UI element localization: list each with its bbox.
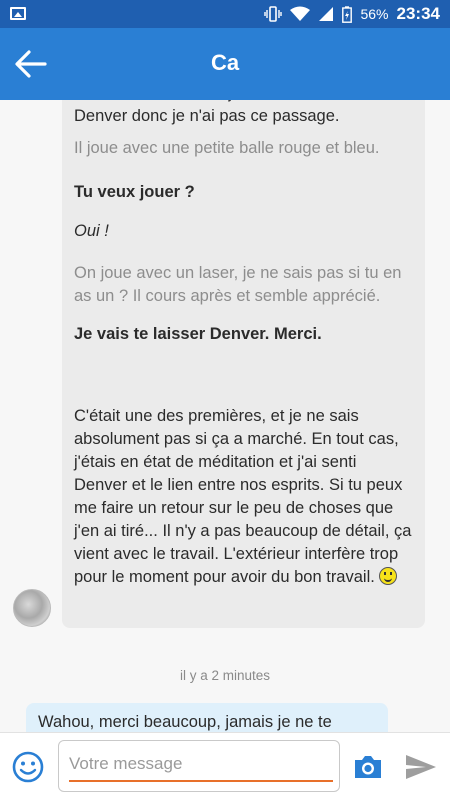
message-paragraph-final: C'était une des premières, et je ne sais… [74, 405, 413, 589]
message-paragraph: On joue avec un laser, je ne sais pas si… [74, 264, 402, 305]
message-paragraph: Je vais te laisser Denver. Merci. [74, 325, 322, 343]
message-paragraph: Il joue avec une petite balle rouge et b… [74, 139, 380, 157]
message-paragraph-text: C'était une des premières, et je ne sais… [74, 407, 412, 586]
message-paragraph: Tu veux jouer ? [74, 183, 195, 201]
smiley-icon [12, 751, 44, 783]
message-timestamp: il y a 2 minutes [179, 668, 271, 683]
avatar[interactable] [13, 589, 51, 627]
input-underline [69, 780, 333, 782]
message-input-box[interactable] [58, 740, 340, 792]
camera-button[interactable] [352, 753, 384, 781]
emoji-button[interactable] [12, 751, 44, 783]
vibrate-icon [264, 6, 283, 22]
message-composer [0, 732, 450, 800]
incoming-message-bubble: avec l'extérieur mais j'ai réussi à rest… [62, 100, 425, 628]
message-input[interactable] [69, 750, 331, 778]
send-icon [406, 755, 436, 779]
smiley-icon [378, 567, 397, 585]
outgoing-message-bubble: Wahou, merci beaucoup, jamais je ne te [26, 703, 388, 732]
battery-percent: 56% [360, 6, 389, 22]
camera-icon [355, 756, 381, 778]
battery-charging-icon [342, 5, 353, 23]
status-icons: 56% 23:34 [264, 0, 440, 28]
outgoing-message-text: Wahou, merci beaucoup, jamais je ne te [38, 713, 332, 731]
status-bar: 56% 23:34 [0, 0, 450, 28]
message-paragraph: Oui ! [74, 222, 109, 240]
signal-icon [319, 7, 334, 21]
app-bar: Ca [0, 28, 450, 100]
gallery-notification-icon [10, 7, 26, 20]
message-paragraph: avec l'extérieur mais j'ai réussi à rest… [74, 100, 397, 125]
message-thread[interactable]: avec l'extérieur mais j'ai réussi à rest… [0, 100, 450, 732]
clock: 23:34 [396, 4, 440, 23]
wifi-icon [290, 6, 311, 21]
send-button[interactable] [404, 753, 438, 781]
conversation-title: Ca [210, 50, 240, 75]
